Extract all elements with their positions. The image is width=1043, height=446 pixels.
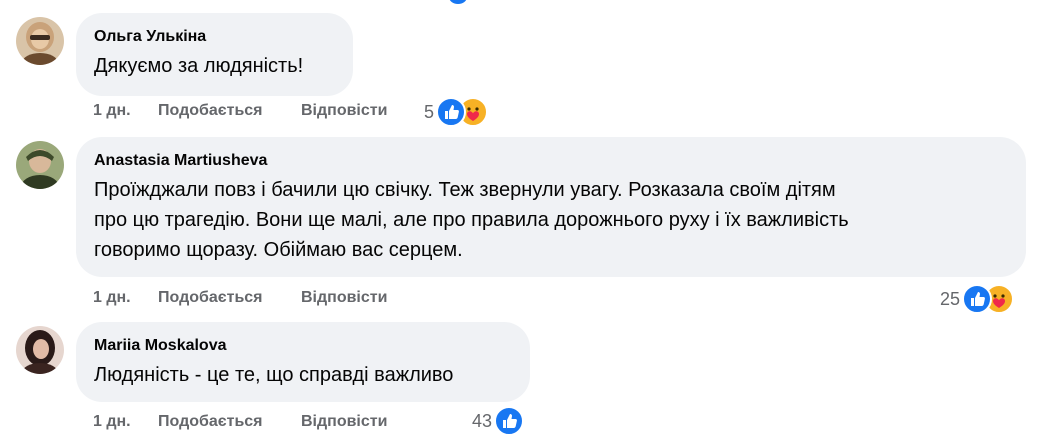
comment-bubble: Anastasia Martiusheva Проїжджали повз і … (76, 137, 1026, 277)
reply-button[interactable]: Відповісти (301, 101, 387, 121)
reaction-icon-fragment (449, 0, 467, 4)
reaction-count: 43 (472, 410, 493, 431)
comment-bubble: Mariia Moskalova Людяність - це те, що с… (76, 322, 530, 402)
reaction-summary[interactable]: 43 (472, 406, 525, 436)
like-icon (494, 406, 525, 436)
like-icon (436, 97, 467, 127)
avatar[interactable] (16, 326, 64, 374)
like-button[interactable]: Подобається (158, 288, 301, 308)
comment-actions: 1 дн. Подобається Відповісти (93, 288, 387, 308)
comment-author[interactable]: Ольга Улькіна (94, 27, 335, 47)
comment-text: Людяність - це те, що справді важливо (94, 364, 454, 386)
comment-actions: 1 дн. Подобається Відповісти (93, 101, 387, 121)
comment-author[interactable]: Anastasia Martiusheva (94, 151, 1008, 171)
like-icon (962, 284, 993, 314)
comment-actions: 1 дн. Подобається Відповісти (93, 412, 387, 432)
comment-bubble: Ольга Улькіна Дякуємо за людяність! (76, 13, 353, 96)
reaction-summary[interactable]: 5 (424, 97, 489, 127)
comment-text: Дякуємо за людяність! (94, 55, 304, 77)
reaction-count: 25 (940, 288, 961, 309)
reply-button[interactable]: Відповісти (301, 412, 387, 432)
comment-author[interactable]: Mariia Moskalova (94, 336, 512, 356)
comment-time[interactable]: 1 дн. (93, 288, 158, 308)
comment-time[interactable]: 1 дн. (93, 412, 158, 432)
avatar[interactable] (16, 141, 64, 189)
reply-button[interactable]: Відповісти (301, 288, 387, 308)
like-button[interactable]: Подобається (158, 101, 301, 121)
avatar[interactable] (16, 17, 64, 65)
comment-time[interactable]: 1 дн. (93, 101, 158, 121)
like-button[interactable]: Подобається (158, 412, 301, 432)
comment-text: Проїжджали повз і бачили цю свічку. Теж … (94, 179, 849, 261)
reaction-summary[interactable]: 25 (940, 284, 1015, 314)
reaction-count: 5 (424, 101, 435, 122)
